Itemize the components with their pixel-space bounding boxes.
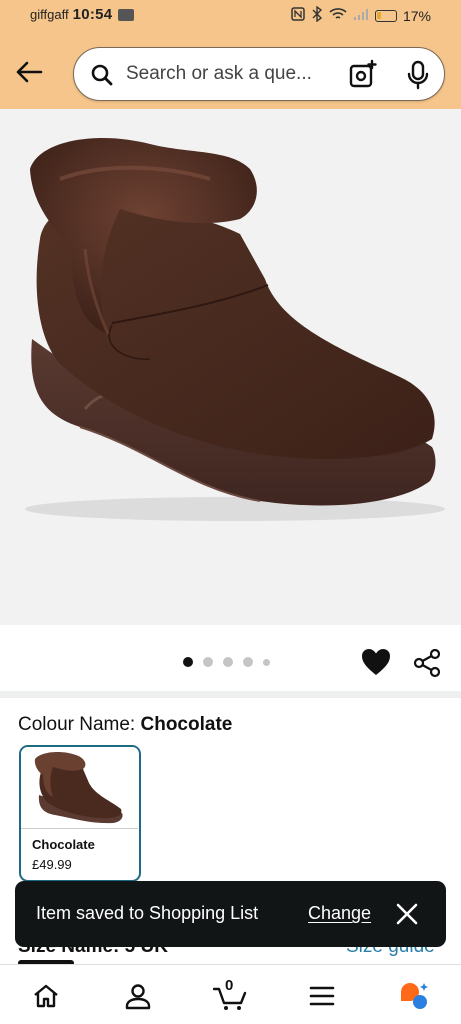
search-icon <box>91 64 113 86</box>
swatch-price: £49.99 <box>32 857 72 872</box>
battery-percent: 17% <box>402 7 431 24</box>
section-divider <box>0 691 461 698</box>
carrier-name: giffgaff <box>30 7 69 22</box>
menu-icon <box>309 986 335 1006</box>
nfc-icon <box>291 7 305 24</box>
share-button[interactable] <box>411 647 443 679</box>
search-input[interactable] <box>126 58 336 90</box>
status-left: giffgaff 10:54 <box>30 6 135 23</box>
colour-name-label: Colour Name: Chocolate <box>18 714 232 736</box>
rufus-chat-icon <box>401 983 428 1009</box>
camera-sparkle-icon <box>349 59 377 88</box>
nav-home[interactable] <box>29 979 63 1013</box>
toast-message: Item saved to Shopping List <box>36 903 259 923</box>
nav-cart[interactable]: 0 <box>213 977 247 1013</box>
swatch-divider <box>21 828 138 829</box>
home-icon <box>34 984 58 1008</box>
back-button[interactable] <box>12 55 46 89</box>
close-icon <box>396 903 418 925</box>
carousel-dot[interactable] <box>223 657 233 667</box>
colour-swatch-chocolate[interactable]: Chocolate £49.99 <box>19 745 141 882</box>
nav-rufus[interactable] <box>397 979 431 1013</box>
toast-change-link[interactable]: Change <box>308 903 371 924</box>
person-icon <box>125 984 151 1010</box>
battery-icon <box>374 9 397 22</box>
carousel-dot[interactable] <box>203 657 213 667</box>
carousel-dot[interactable] <box>183 657 193 667</box>
app-header: giffgaff 10:54 17% <box>0 0 461 109</box>
status-bar: giffgaff 10:54 17% <box>0 0 461 30</box>
save-to-list-button[interactable] <box>360 647 392 677</box>
clock: 10:54 <box>72 6 113 23</box>
bluetooth-icon <box>311 5 323 25</box>
carousel-dots[interactable] <box>183 657 270 667</box>
product-screen: giffgaff 10:54 17% Search or ask a que..… <box>0 0 461 1024</box>
nav-menu[interactable] <box>305 979 339 1013</box>
nav-account[interactable] <box>121 979 155 1013</box>
colour-label-prefix: Colour Name: <box>18 714 141 735</box>
search-bar[interactable] <box>73 47 445 101</box>
status-right: 17% <box>291 5 431 25</box>
signal-icon <box>353 8 369 24</box>
wifi-icon <box>329 7 347 24</box>
share-icon <box>413 648 441 678</box>
voice-search-button[interactable] <box>402 59 434 91</box>
selected-colour: Chocolate <box>140 714 233 735</box>
heart-icon <box>362 649 390 675</box>
swatch-colour-name: Chocolate <box>32 837 95 852</box>
saved-toast: Item saved to Shopping List Change <box>15 881 446 947</box>
carousel-dot[interactable] <box>243 657 253 667</box>
bottom-navigation: 0 <box>0 964 461 1024</box>
product-image[interactable] <box>0 109 461 625</box>
image-carousel-controls <box>0 625 461 691</box>
arrow-left-icon <box>16 61 43 83</box>
cart-count: 0 <box>225 977 234 994</box>
camera-search-button[interactable] <box>347 59 379 91</box>
ebay-notification-icon <box>118 8 135 21</box>
carousel-dot[interactable] <box>263 658 270 666</box>
swatch-boot-thumbnail <box>21 747 138 827</box>
microphone-icon <box>407 60 429 90</box>
toast-close-button[interactable] <box>394 901 420 927</box>
boot-photo <box>25 137 445 521</box>
